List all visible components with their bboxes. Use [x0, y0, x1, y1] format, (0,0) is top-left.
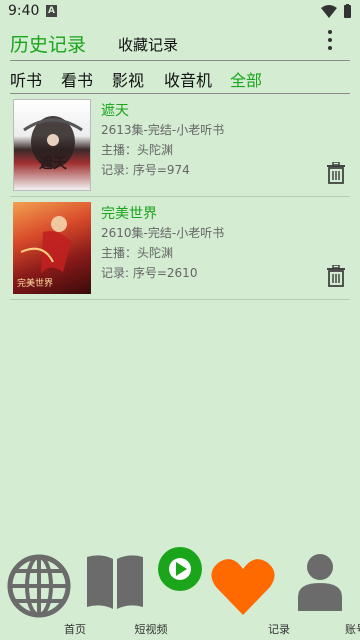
cover-title: 完美世界	[17, 277, 53, 289]
status-time: 9:40	[8, 3, 40, 19]
record-title[interactable]: 遮天	[101, 100, 129, 120]
nav-account[interactable]: 账号	[284, 540, 360, 640]
play-icon	[158, 547, 202, 591]
record-meta: 2610集-完结-小老听书	[101, 226, 225, 240]
book-cover: 完美世界	[13, 202, 91, 294]
header: 历史记录 收藏记录	[0, 26, 360, 60]
category-tabs: 听书 看书 影视 收音机 全部	[0, 62, 360, 92]
heart-icon	[211, 559, 275, 615]
list-item[interactable]: 完美世界 完美世界 2610集-完结-小老听书 主播：头陀渊 记录: 序号=26…	[10, 197, 350, 300]
tab-radio[interactable]: 收音机	[164, 67, 212, 91]
cover-title: 遮天	[39, 155, 68, 172]
cover-art: 完美世界	[17, 216, 71, 289]
globe-icon	[7, 554, 71, 618]
nav-short-video[interactable]: 短视频	[79, 540, 168, 640]
status-bar: 9:40 A	[0, 0, 360, 24]
nav-label: 账号	[345, 623, 360, 636]
tab-favorites[interactable]: 收藏记录	[118, 34, 178, 55]
wifi-battery-icon	[321, 4, 351, 18]
list-item[interactable]: 遮天 遮天 2613集-完结-小老听书 主播：头陀渊 记录: 序号=974	[10, 94, 350, 197]
trash-icon[interactable]	[326, 265, 346, 287]
divider	[10, 60, 350, 61]
tab-reading[interactable]: 看书	[61, 67, 93, 91]
trash-icon[interactable]	[326, 162, 346, 184]
more-vert-icon[interactable]	[320, 30, 340, 54]
record-position: 记录: 序号=974	[101, 163, 190, 177]
book-cover: 遮天	[13, 99, 91, 191]
person-icon	[298, 554, 342, 611]
tab-video[interactable]: 影视	[112, 67, 144, 91]
tab-audiobook[interactable]: 听书	[10, 67, 42, 91]
record-title[interactable]: 完美世界	[101, 203, 157, 223]
bottom-nav: 首页 短视频 记录 账号	[0, 540, 360, 640]
record-position: 记录: 序号=2610	[101, 266, 198, 280]
nav-player[interactable]	[144, 540, 216, 640]
book-icon	[87, 555, 143, 609]
tab-history[interactable]: 历史记录	[10, 30, 86, 57]
notification-icon: A	[46, 5, 57, 17]
record-meta: 2613集-完结-小老听书	[101, 123, 225, 137]
cover-art: 遮天	[23, 116, 83, 172]
nav-record[interactable]: 记录	[207, 540, 290, 640]
record-host: 主播：头陀渊	[101, 143, 174, 157]
tab-all[interactable]: 全部	[230, 67, 262, 91]
nav-home[interactable]: 首页	[3, 540, 86, 640]
record-host: 主播：头陀渊	[101, 246, 174, 260]
